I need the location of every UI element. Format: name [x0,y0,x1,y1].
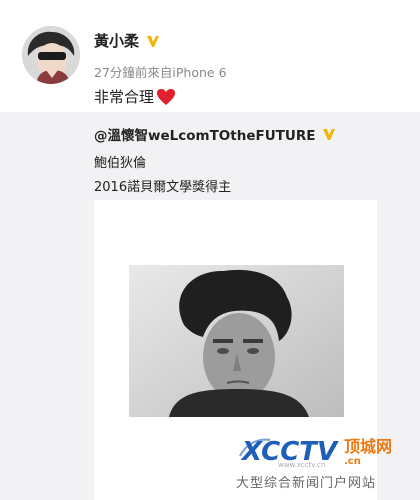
repost-author-name[interactable]: @溫懷智weLcomTOtheFUTURE [94,124,315,144]
repost-text-line1: 鮑伯狄倫 [94,156,147,171]
verified-badge-icon [321,126,337,142]
repost-author[interactable]: @溫懷智weLcomTOtheFUTURE [94,124,337,144]
red-heart-icon [156,88,176,106]
post-content: 非常合理 [94,86,176,107]
post-author-name[interactable]: 黃小柔 [94,30,139,51]
verified-badge-icon [145,33,161,49]
site-watermark: XCCTV 顶城网 .cn www.xcctv.cn 大型综合新闻门户网站 [236,434,420,493]
avatar-image [22,26,80,84]
repost-text-line2: 2016諾貝爾文學獎得主 [94,180,232,195]
portrait-image [129,265,344,417]
weibo-post: 黃小柔 27分鐘前來自iPhone 6 非常合理 [0,0,420,112]
post-author[interactable]: 黃小柔 [94,30,161,51]
watermark-subtitle: 大型综合新闻门户网站 [236,476,377,491]
post-meta: 27分鐘前來自iPhone 6 [94,65,227,80]
post-content-text: 非常合理 [94,88,155,106]
xcctv-logo: XCCTV 顶城网 .cn [236,434,420,467]
logo-cn: 顶城网 [344,437,392,456]
watermark-url: www.xcctv.cn [278,461,326,469]
avatar[interactable] [22,26,80,84]
bob-dylan-photo[interactable] [129,265,344,417]
logo-domain: .cn [344,456,361,466]
